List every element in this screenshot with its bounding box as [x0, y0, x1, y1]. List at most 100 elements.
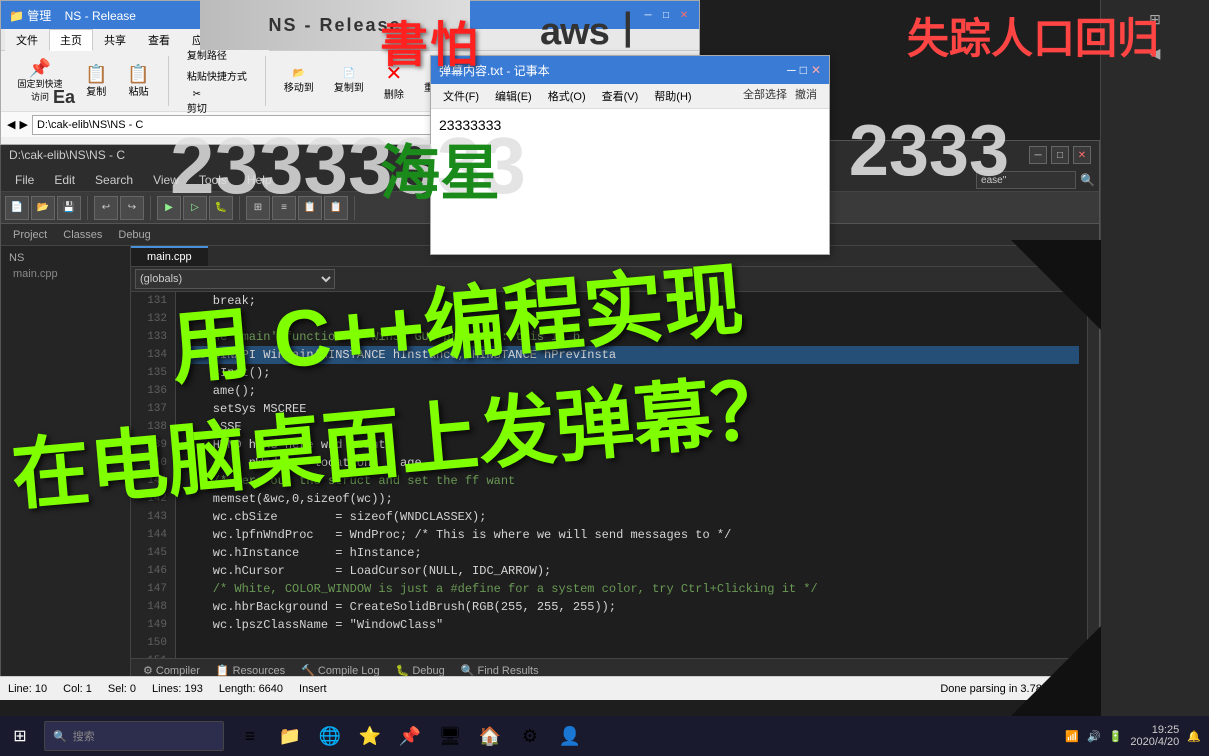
code-line: wc.hInstance = hInstance; — [184, 544, 1079, 562]
ide-grid-btn[interactable]: ⊞ — [246, 196, 270, 220]
ribbon-tab-share[interactable]: 共享 — [93, 29, 137, 51]
scrollbar[interactable] — [1087, 292, 1099, 658]
ide-paste-btn2[interactable]: 📋 — [324, 196, 348, 220]
code-content: 1311321331341351361371381391401411421431… — [131, 292, 1099, 658]
code-lines[interactable]: break;}/* The 'main' function of Win32 G… — [176, 292, 1087, 658]
minimize-btn[interactable]: ─ — [641, 8, 655, 22]
code-line: wc.hbrBackground = CreateSolidBrush(RGB(… — [184, 598, 1079, 616]
tab-project[interactable]: Project — [5, 229, 55, 241]
forward-btn[interactable]: ▶ — [19, 118, 27, 131]
code-line: /* White, COLOR_WINDOW is just a #define… — [184, 580, 1079, 598]
cut-btn[interactable]: ✂ 剪切 — [181, 87, 213, 117]
line-number: 137 — [139, 400, 167, 418]
taskbar-icon-star[interactable]: ⭐ — [352, 718, 388, 754]
tb-sep-1 — [87, 196, 88, 220]
tab-label: Find Results — [477, 665, 538, 677]
notepad-menu-view[interactable]: 查看(V) — [594, 86, 647, 106]
ide-menu-help[interactable]: Help — [237, 171, 282, 189]
notepad-menu-file[interactable]: 文件(F) — [435, 86, 487, 106]
ide-restore-btn[interactable]: □ — [1051, 146, 1069, 164]
notepad-menu-format[interactable]: 格式(O) — [540, 86, 594, 106]
delete-btn[interactable]: ✕ 删除 — [378, 59, 410, 103]
taskbar-icon-home[interactable]: 🏠 — [472, 718, 508, 754]
paste-shortcut-btn[interactable]: 粘贴快捷方式 — [181, 66, 253, 85]
notepad-controls: ─ □ ✕ — [787, 63, 821, 77]
taskbar-notification-icon[interactable]: 🔔 — [1187, 730, 1201, 743]
close-btn[interactable]: ✕ — [677, 8, 691, 22]
taskbar: ⊞ 🔍 搜索 ≡ 📁 🌐 ⭐ 📌 🖥 🏠 ⚙ 👤 📶 🔊 🔋 19:25 202… — [0, 716, 1209, 756]
select-all-btn[interactable]: 全部选择 — [743, 86, 787, 106]
ide-code-area: main.cpp (globals) 131132133134135136137… — [131, 246, 1099, 682]
copy-label: 复制 — [86, 83, 106, 98]
paste-btn[interactable]: 📋 粘贴 — [121, 63, 155, 100]
taskbar-icon-person[interactable]: 👤 — [552, 718, 588, 754]
taskbar-icon-pin[interactable]: 📌 — [392, 718, 428, 754]
ide-close-btn[interactable]: ✕ — [1073, 146, 1091, 164]
cut-label: 剪切 — [187, 100, 207, 115]
notepad-title-text: 弹幕内容.txt - 记事本 — [439, 62, 550, 79]
ide-menu-search[interactable]: Search — [85, 171, 143, 189]
ide-list-btn[interactable]: ≡ — [272, 196, 296, 220]
notepad-min-btn[interactable]: ─ — [787, 63, 796, 77]
ribbon-tab-home[interactable]: 主页 — [49, 29, 93, 51]
ide-menu-edit[interactable]: Edit — [44, 171, 85, 189]
status-line: Line: 10 — [8, 683, 47, 695]
ide-open-btn[interactable]: 📂 — [31, 196, 55, 220]
taskbar-icon-chrome[interactable]: 🌐 — [312, 718, 348, 754]
taskbar-icon-monitor[interactable]: 🖥 — [432, 718, 468, 754]
notepad-menu-help[interactable]: 帮助(H) — [646, 86, 699, 106]
tab-debug[interactable]: Debug — [110, 229, 158, 241]
side-icon-2[interactable]: ◀ — [1140, 38, 1170, 68]
ide-search-input[interactable] — [976, 171, 1076, 189]
copy-to-btn[interactable]: 📄 复制到 — [328, 66, 370, 96]
move-to-btn[interactable]: 📂 移动到 — [278, 66, 320, 96]
ide-run-btn[interactable]: ▷ — [183, 196, 207, 220]
copy-btn[interactable]: 📋 复制 — [79, 63, 113, 100]
taskbar-icon-tool[interactable]: ⚙ — [512, 718, 548, 754]
ide-menu-tools[interactable]: Tools — [189, 171, 237, 189]
ide-save-btn[interactable]: 💾 — [57, 196, 81, 220]
side-icon-1[interactable]: ⊞ — [1140, 4, 1170, 34]
line-number: 139 — [139, 436, 167, 454]
taskbar-sound-icon: 🔊 — [1087, 730, 1101, 743]
tb-sep-2 — [150, 196, 151, 220]
status-length: Length: 6640 — [219, 683, 283, 695]
code-line: /* The 'main' function of Win32 GUI prog… — [184, 328, 1079, 346]
start-button[interactable]: ⊞ — [0, 716, 40, 756]
line-number: 150 — [139, 634, 167, 652]
ide-search-icon[interactable]: 🔍 — [1080, 173, 1095, 187]
ide-undo-btn[interactable]: ↩ — [94, 196, 118, 220]
sidebar-subitem[interactable]: main.cpp — [5, 266, 126, 282]
notepad-close-btn[interactable]: ✕ — [811, 63, 821, 77]
undo-btn[interactable]: 撤消 — [795, 86, 817, 106]
ide-min-btn[interactable]: ─ — [1029, 146, 1047, 164]
ide-menu-file[interactable]: File — [5, 171, 44, 189]
right-panel: ⊞ ◀ — [1100, 0, 1209, 756]
ide-redo-btn[interactable]: ↪ — [120, 196, 144, 220]
line-number: 145 — [139, 544, 167, 562]
ribbon-tab-view[interactable]: 查看 — [137, 29, 181, 51]
taskbar-clock[interactable]: 19:25 2020/4/20 — [1130, 724, 1179, 748]
notepad-max-btn[interactable]: □ — [800, 63, 807, 77]
code-line: /* zero out the struct and set the ff wa… — [184, 472, 1079, 490]
ribbon-title-text: 📁 管理 NS - Release — [9, 7, 136, 24]
file-tab-maincpp[interactable]: main.cpp — [131, 246, 208, 266]
notepad-menu-edit[interactable]: 编辑(E) — [487, 86, 540, 106]
taskbar-icon-view[interactable]: ≡ — [232, 718, 268, 754]
ide-build-btn[interactable]: ▶ — [157, 196, 181, 220]
ide-menu-view[interactable]: View — [143, 171, 189, 189]
tab-label: Resources — [233, 665, 286, 677]
sidebar-item[interactable]: NS — [5, 250, 126, 266]
ide-copy-btn2[interactable]: 📋 — [298, 196, 322, 220]
taskbar-search[interactable]: 🔍 搜索 — [44, 721, 224, 751]
ide-new-btn[interactable]: 📄 — [5, 196, 29, 220]
ide-debug-btn[interactable]: 🐛 — [209, 196, 233, 220]
ribbon-tab-file[interactable]: 文件 — [5, 29, 49, 51]
taskbar-icon-folder[interactable]: 📁 — [272, 718, 308, 754]
tab-classes[interactable]: Classes — [55, 229, 110, 241]
restore-btn[interactable]: □ — [659, 8, 673, 22]
globals-dropdown[interactable]: (globals) — [135, 269, 335, 289]
taskbar-battery-icon: 🔋 — [1109, 730, 1123, 743]
delete-label: 删除 — [384, 86, 404, 101]
back-btn[interactable]: ◀ — [7, 118, 15, 131]
